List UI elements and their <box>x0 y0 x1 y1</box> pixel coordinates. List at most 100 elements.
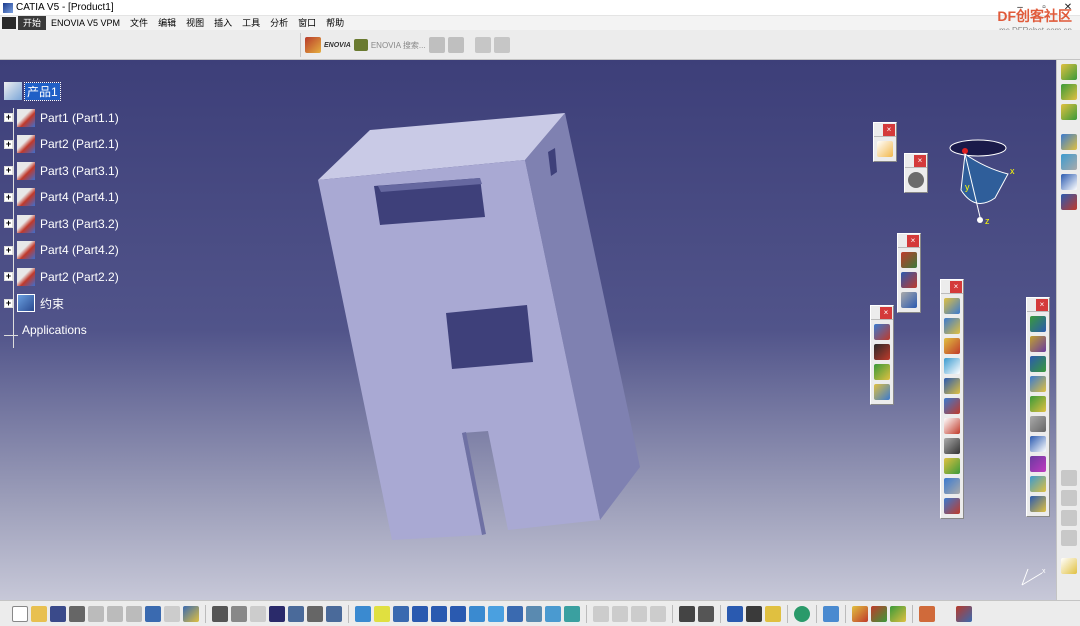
new-part-icon[interactable] <box>944 338 960 354</box>
constraint-icon[interactable] <box>901 252 917 268</box>
normal-view-icon[interactable] <box>469 605 485 622</box>
close-icon[interactable]: × <box>880 307 892 319</box>
tree-item[interactable]: + Part2 (Part2.2) <box>4 264 121 291</box>
expand-icon[interactable]: + <box>4 298 13 308</box>
hole-icon[interactable] <box>1030 336 1046 352</box>
constraint-icon[interactable] <box>901 292 917 308</box>
move-icon[interactable] <box>874 324 890 340</box>
macros-icon[interactable] <box>307 605 323 622</box>
shading-icon[interactable] <box>526 605 542 622</box>
tree-item[interactable]: + Part4 (Part4.2) <box>4 237 121 264</box>
render-icon[interactable] <box>890 605 906 622</box>
close-icon[interactable]: × <box>1036 299 1048 311</box>
annotation-icon[interactable] <box>1060 194 1077 210</box>
part-3d-model[interactable] <box>0 60 1056 600</box>
hide-show-icon[interactable] <box>545 605 561 622</box>
tree-item-label[interactable]: Part1 (Part1.1) <box>38 111 121 125</box>
menu-start[interactable]: 开始 <box>18 16 47 30</box>
section-icon[interactable] <box>1030 456 1046 472</box>
tree-item-label[interactable]: Part4 (Part4.2) <box>38 243 121 257</box>
video-icon[interactable] <box>698 605 714 622</box>
clip-icon[interactable] <box>1030 416 1046 432</box>
copy-icon[interactable] <box>107 605 123 622</box>
remove-icon[interactable] <box>1030 396 1046 412</box>
tree-item[interactable]: + Part1 (Part1.1) <box>4 105 121 132</box>
tree-item-label[interactable]: Part3 (Part3.2) <box>38 217 121 231</box>
tree-item-label[interactable]: Part3 (Part3.1) <box>38 164 121 178</box>
compass-widget[interactable]: x y z <box>935 132 1035 242</box>
catalog-browser-icon[interactable] <box>288 605 304 622</box>
scene-icon[interactable] <box>1060 174 1077 190</box>
menu-view[interactable]: 视图 <box>181 16 209 30</box>
component-icon[interactable] <box>1060 104 1077 120</box>
isometric-view-icon[interactable] <box>507 605 523 622</box>
bill-of-material-icon[interactable] <box>1060 154 1077 170</box>
cut-icon[interactable] <box>88 605 104 622</box>
enovia-tool-icon[interactable] <box>428 37 445 53</box>
menu-help[interactable]: 帮助 <box>321 16 349 30</box>
enovia-logo-icon[interactable] <box>305 37 321 53</box>
expand-icon[interactable]: + <box>4 166 13 176</box>
replace-component-icon[interactable] <box>944 378 960 394</box>
menu-file[interactable]: 文件 <box>125 16 153 30</box>
tree-item-label[interactable]: Part2 (Part2.2) <box>38 270 121 284</box>
formula-icon[interactable] <box>212 605 228 622</box>
graph-tree-icon[interactable] <box>944 398 960 414</box>
constraint-update-icon[interactable] <box>727 605 743 622</box>
3d-viewport[interactable]: 产品1 + Part1 (Part1.1) + Part2 (Part2.1) + P… <box>0 60 1056 600</box>
tree-constraints-label[interactable]: 约束 <box>38 295 66 312</box>
tree-applications[interactable]: Applications <box>4 317 121 344</box>
tree-item-label[interactable]: Part2 (Part2.1) <box>38 137 121 151</box>
table-icon[interactable] <box>269 605 285 622</box>
undo-icon[interactable] <box>145 605 161 622</box>
hyperlink-icon[interactable] <box>250 605 266 622</box>
measure-icon[interactable] <box>1030 496 1046 512</box>
close-icon[interactable]: × <box>914 155 926 167</box>
manage-representations-icon[interactable] <box>944 458 960 474</box>
pocket-icon[interactable] <box>1030 356 1046 372</box>
multi-view-icon[interactable] <box>488 605 504 622</box>
close-icon[interactable]: × <box>883 124 895 136</box>
menu-enovia[interactable]: ENOVIA V5 VPM <box>46 16 125 30</box>
add-icon[interactable] <box>1030 376 1046 392</box>
new-component-icon[interactable] <box>944 298 960 314</box>
lock-icon[interactable] <box>765 605 781 622</box>
tree-root[interactable]: 产品1 <box>4 78 121 105</box>
selective-load-icon[interactable] <box>944 438 960 454</box>
expand-icon[interactable]: + <box>4 113 13 123</box>
pan-icon[interactable] <box>393 605 409 622</box>
apply-material-icon[interactable] <box>871 605 887 622</box>
product-structure-icon[interactable] <box>1060 64 1077 80</box>
tree-item[interactable]: + Part4 (Part4.1) <box>4 184 121 211</box>
disabled-tool-icon[interactable] <box>1060 510 1077 526</box>
measure-inertia-icon[interactable] <box>631 605 647 622</box>
new-icon[interactable] <box>12 605 28 622</box>
fit-all-icon[interactable] <box>374 605 390 622</box>
tree-item[interactable]: + Part3 (Part3.2) <box>4 211 121 238</box>
swap-space-icon[interactable] <box>564 605 580 622</box>
close-icon[interactable]: × <box>950 281 962 293</box>
assembly-icon[interactable] <box>1060 84 1077 100</box>
constraint-icon[interactable] <box>901 272 917 288</box>
close-icon[interactable]: × <box>907 235 919 247</box>
menu-insert[interactable]: 插入 <box>209 16 237 30</box>
menu-tools[interactable]: 工具 <box>237 16 265 30</box>
redo-icon[interactable] <box>164 605 180 622</box>
plane-icon[interactable] <box>823 605 839 622</box>
expand-icon[interactable]: + <box>4 245 13 255</box>
enovia-tool4-icon[interactable] <box>493 37 510 53</box>
snap-icon[interactable] <box>874 364 890 380</box>
catalog-icon[interactable] <box>1060 134 1077 150</box>
whats-this-icon[interactable] <box>183 605 199 622</box>
menu-window[interactable]: 窗口 <box>293 16 321 30</box>
new-product-icon[interactable] <box>944 318 960 334</box>
menu-edit[interactable]: 编辑 <box>153 16 181 30</box>
explode-icon[interactable] <box>874 384 890 400</box>
knowledge-icon[interactable] <box>1060 558 1077 574</box>
expand-icon[interactable]: + <box>4 219 13 229</box>
tree-item[interactable]: + Part3 (Part3.1) <box>4 158 121 185</box>
enovia-search-label[interactable]: ENOVIA 搜索... <box>371 40 426 51</box>
existing-component-icon[interactable] <box>944 358 960 374</box>
scene-browser-icon[interactable] <box>746 605 762 622</box>
enovia-tool3-icon[interactable] <box>474 37 491 53</box>
